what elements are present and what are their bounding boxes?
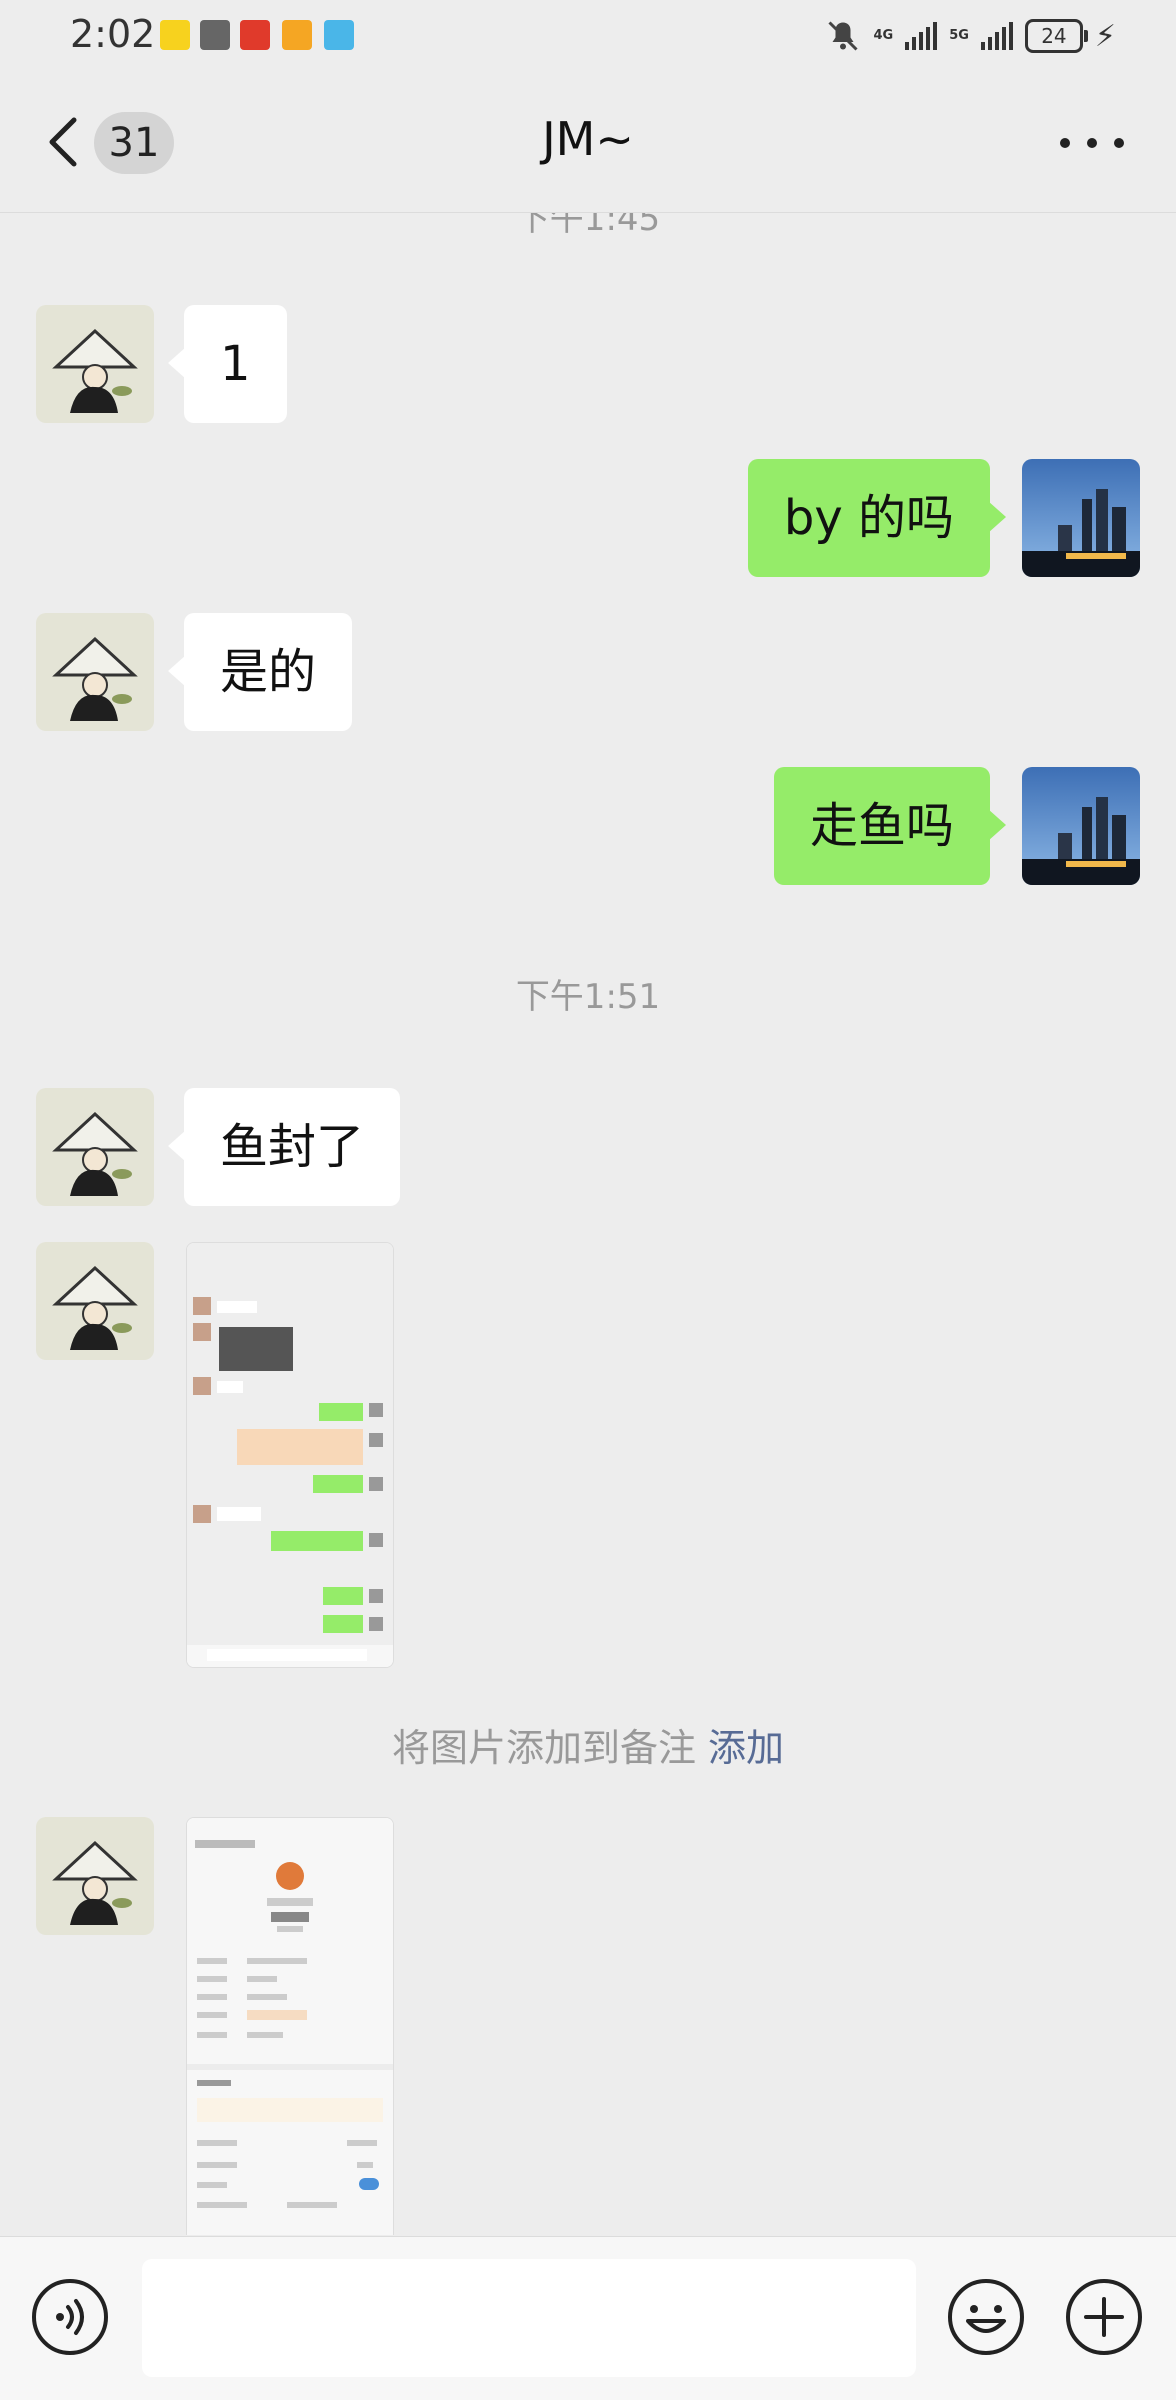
incoming-message[interactable]: 鱼封了 — [167, 1088, 401, 1206]
outgoing-message[interactable]: 走鱼吗 — [773, 767, 1007, 885]
status-bar: 2:02 4G 5G 24 ⚡ — [0, 0, 1176, 72]
status-time: 2:02 — [70, 12, 156, 56]
message-list[interactable]: 下午1:45 1 by 的吗 是的 走鱼吗 下午1:51 鱼封了 将图片添加到备… — [0, 213, 1176, 2235]
contact-avatar[interactable] — [36, 1088, 154, 1206]
message-input-bar — [0, 2236, 1176, 2400]
incoming-message[interactable]: 1 — [168, 305, 287, 423]
contact-avatar[interactable] — [36, 1817, 154, 1935]
network-type-2: 5G — [949, 28, 969, 43]
fisherman-avatar-icon — [36, 1817, 154, 1935]
add-link[interactable]: 添加 — [708, 1726, 784, 1770]
fisherman-avatar-icon — [36, 1242, 154, 1360]
emoji-icon[interactable] — [946, 2277, 1026, 2357]
notification-app-icon — [240, 20, 270, 50]
message-input[interactable] — [142, 2259, 916, 2377]
chat-header: 31 JM~ — [0, 72, 1176, 213]
contact-avatar[interactable] — [36, 1242, 154, 1360]
notification-app-icon — [324, 20, 354, 50]
mute-bell-icon — [828, 21, 859, 51]
notification-app-icon — [160, 20, 190, 50]
city-skyline-avatar-icon — [1022, 767, 1140, 885]
user-avatar[interactable] — [1022, 459, 1140, 577]
charging-icon: ⚡ — [1094, 18, 1116, 54]
image-message-profile-screenshot[interactable] — [186, 1817, 394, 2235]
plus-icon[interactable] — [1064, 2277, 1144, 2357]
system-indicators: 4G 5G 24 ⚡ — [825, 16, 1116, 56]
city-skyline-avatar-icon — [1022, 459, 1140, 577]
image-message-chat-screenshot[interactable] — [186, 1242, 394, 1668]
profile-screenshot-thumbnail — [187, 1818, 393, 2235]
fisherman-avatar-icon — [36, 613, 154, 731]
signal-bars-icon — [905, 22, 938, 50]
system-note-text: 将图片添加到备注 — [391, 1726, 709, 1770]
signal-bars-icon — [980, 22, 1013, 50]
notification-app-icon — [200, 20, 230, 50]
outgoing-message[interactable]: by 的吗 — [747, 459, 1007, 577]
incoming-message[interactable]: 是的 — [167, 613, 353, 731]
timestamp: 下午1:45 — [515, 213, 661, 239]
contact-avatar[interactable] — [36, 613, 154, 731]
chat-screenshot-thumbnail — [187, 1243, 393, 1667]
add-image-to-notes-prompt: 将图片添加到备注 添加 — [0, 1717, 1176, 1772]
more-dots-icon[interactable] — [1060, 128, 1124, 158]
timestamp: 下午1:51 — [515, 977, 661, 1017]
fisherman-avatar-icon — [36, 1088, 154, 1206]
contact-avatar[interactable] — [36, 305, 154, 423]
network-type-1: 4G — [873, 28, 894, 43]
fisherman-avatar-icon — [36, 305, 154, 423]
voice-icon[interactable] — [30, 2277, 110, 2357]
battery-indicator: 24 — [1024, 19, 1088, 53]
user-avatar[interactable] — [1022, 767, 1140, 885]
notification-app-icon — [282, 20, 312, 50]
chat-title: JM~ — [542, 112, 634, 166]
